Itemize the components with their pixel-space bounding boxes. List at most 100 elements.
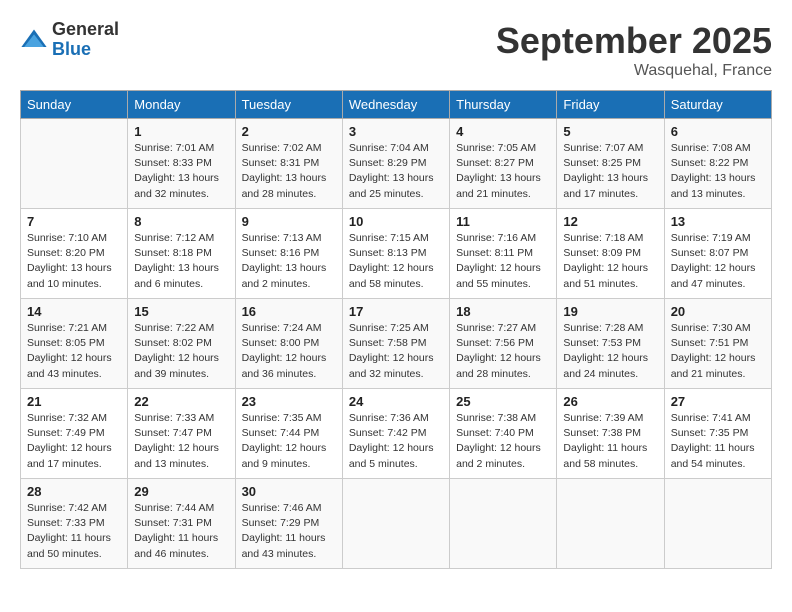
day-cell: 29Sunrise: 7:44 AMSunset: 7:31 PMDayligh… (128, 479, 235, 569)
day-number: 1 (134, 124, 228, 139)
day-info: Sunrise: 7:08 AMSunset: 8:22 PMDaylight:… (671, 141, 765, 202)
day-cell: 12Sunrise: 7:18 AMSunset: 8:09 PMDayligh… (557, 209, 664, 299)
logo-blue: Blue (52, 40, 119, 60)
day-cell: 11 Sunrise: 7:16 AMSunset: 8:11 PMDayligh… (450, 209, 557, 299)
day-info: Sunrise: 7:35 AMSunset: 7:44 PMDaylight:… (242, 411, 336, 472)
day-cell: 19 Sunrise: 7:28 AMSunset: 7:53 PMDayligh… (557, 299, 664, 389)
day-info: Sunrise: 7:07 AMSunset: 8:25 PMDaylight:… (563, 141, 657, 202)
day-info: Sunrise: 7:36 AMSunset: 7:42 PMDaylight:… (349, 411, 443, 472)
week-row-3: 21Sunrise: 7:32 AMSunset: 7:49 PMDayligh… (21, 389, 772, 479)
day-cell: 18 Sunrise: 7:27 AMSunset: 7:56 PMDayligh… (450, 299, 557, 389)
day-cell: 25 Sunrise: 7:38 AMSunset: 7:40 PMDayligh… (450, 389, 557, 479)
week-row-2: 14 Sunrise: 7:21 AMSunset: 8:05 PMDayligh… (21, 299, 772, 389)
day-cell: 14 Sunrise: 7:21 AMSunset: 8:05 PMDayligh… (21, 299, 128, 389)
day-number: 17 (349, 304, 443, 319)
day-number: 28 (27, 484, 121, 499)
day-number: 16 (242, 304, 336, 319)
day-number: 12 (563, 214, 657, 229)
day-cell: 17 Sunrise: 7:25 AMSunset: 7:58 PMDayligh… (342, 299, 449, 389)
day-cell: 20 Sunrise: 7:30 AMSunset: 7:51 PMDayligh… (664, 299, 771, 389)
day-number: 27 (671, 394, 765, 409)
day-info: Sunrise: 7:21 AMSunset: 8:05 PMDaylight:… (27, 321, 121, 382)
week-row-0: 1 Sunrise: 7:01 AMSunset: 8:33 PMDaylight… (21, 119, 772, 209)
day-number: 14 (27, 304, 121, 319)
day-number: 13 (671, 214, 765, 229)
day-info: Sunrise: 7:04 AMSunset: 8:29 PMDaylight:… (349, 141, 443, 202)
day-cell: 28 Sunrise: 7:42 AMSunset: 7:33 PMDayligh… (21, 479, 128, 569)
day-info: Sunrise: 7:05 AMSunset: 8:27 PMDaylight:… (456, 141, 550, 202)
month-title: September 2025 (496, 20, 772, 62)
day-number: 6 (671, 124, 765, 139)
day-info: Sunrise: 7:10 AMSunset: 8:20 PMDaylight:… (27, 231, 121, 292)
day-info: Sunrise: 7:39 AMSunset: 7:38 PMDaylight:… (563, 411, 657, 472)
day-number: 18 (456, 304, 550, 319)
day-number: 25 (456, 394, 550, 409)
day-number: 21 (27, 394, 121, 409)
day-cell: 2 Sunrise: 7:02 AMSunset: 8:31 PMDaylight… (235, 119, 342, 209)
header-row: SundayMondayTuesdayWednesdayThursdayFrid… (21, 91, 772, 119)
day-cell: 15 Sunrise: 7:22 AMSunset: 8:02 PMDayligh… (128, 299, 235, 389)
header-day-saturday: Saturday (664, 91, 771, 119)
day-number: 8 (134, 214, 228, 229)
day-number: 29 (134, 484, 228, 499)
day-info: Sunrise: 7:01 AMSunset: 8:33 PMDaylight:… (134, 141, 228, 202)
day-cell: 10Sunrise: 7:15 AMSunset: 8:13 PMDayligh… (342, 209, 449, 299)
calendar-header: SundayMondayTuesdayWednesdayThursdayFrid… (21, 91, 772, 119)
header-day-wednesday: Wednesday (342, 91, 449, 119)
day-number: 2 (242, 124, 336, 139)
day-cell: 30Sunrise: 7:46 AMSunset: 7:29 PMDayligh… (235, 479, 342, 569)
day-number: 11 (456, 214, 550, 229)
title-block: September 2025 Wasquehal, France (496, 20, 772, 80)
header-day-sunday: Sunday (21, 91, 128, 119)
day-cell: 21Sunrise: 7:32 AMSunset: 7:49 PMDayligh… (21, 389, 128, 479)
day-cell: 1 Sunrise: 7:01 AMSunset: 8:33 PMDaylight… (128, 119, 235, 209)
logo-text: General Blue (52, 20, 119, 60)
day-number: 23 (242, 394, 336, 409)
day-number: 15 (134, 304, 228, 319)
day-cell: 3 Sunrise: 7:04 AMSunset: 8:29 PMDaylight… (342, 119, 449, 209)
page-header: General Blue September 2025 Wasquehal, F… (20, 20, 772, 80)
day-info: Sunrise: 7:27 AMSunset: 7:56 PMDaylight:… (456, 321, 550, 382)
day-number: 19 (563, 304, 657, 319)
day-info: Sunrise: 7:42 AMSunset: 7:33 PMDaylight:… (27, 501, 121, 562)
day-number: 5 (563, 124, 657, 139)
day-number: 3 (349, 124, 443, 139)
day-cell: 16 Sunrise: 7:24 AMSunset: 8:00 PMDayligh… (235, 299, 342, 389)
day-cell: 27 Sunrise: 7:41 AMSunset: 7:35 PMDayligh… (664, 389, 771, 479)
day-number: 24 (349, 394, 443, 409)
day-cell: 26Sunrise: 7:39 AMSunset: 7:38 PMDayligh… (557, 389, 664, 479)
day-info: Sunrise: 7:22 AMSunset: 8:02 PMDaylight:… (134, 321, 228, 382)
day-info: Sunrise: 7:28 AMSunset: 7:53 PMDaylight:… (563, 321, 657, 382)
header-day-thursday: Thursday (450, 91, 557, 119)
header-day-tuesday: Tuesday (235, 91, 342, 119)
day-info: Sunrise: 7:46 AMSunset: 7:29 PMDaylight:… (242, 501, 336, 562)
day-info: Sunrise: 7:16 AMSunset: 8:11 PMDaylight:… (456, 231, 550, 292)
day-number: 4 (456, 124, 550, 139)
day-cell: 7Sunrise: 7:10 AMSunset: 8:20 PMDaylight… (21, 209, 128, 299)
logo-icon (20, 26, 48, 54)
day-number: 22 (134, 394, 228, 409)
day-cell: 9 Sunrise: 7:13 AMSunset: 8:16 PMDaylight… (235, 209, 342, 299)
day-cell (450, 479, 557, 569)
day-info: Sunrise: 7:30 AMSunset: 7:51 PMDaylight:… (671, 321, 765, 382)
day-info: Sunrise: 7:33 AMSunset: 7:47 PMDaylight:… (134, 411, 228, 472)
day-cell: 23 Sunrise: 7:35 AMSunset: 7:44 PMDayligh… (235, 389, 342, 479)
day-cell: 22 Sunrise: 7:33 AMSunset: 7:47 PMDayligh… (128, 389, 235, 479)
day-info: Sunrise: 7:12 AMSunset: 8:18 PMDaylight:… (134, 231, 228, 292)
day-info: Sunrise: 7:38 AMSunset: 7:40 PMDaylight:… (456, 411, 550, 472)
header-day-friday: Friday (557, 91, 664, 119)
day-cell: 24 Sunrise: 7:36 AMSunset: 7:42 PMDayligh… (342, 389, 449, 479)
day-number: 20 (671, 304, 765, 319)
day-info: Sunrise: 7:13 AMSunset: 8:16 PMDaylight:… (242, 231, 336, 292)
day-info: Sunrise: 7:02 AMSunset: 8:31 PMDaylight:… (242, 141, 336, 202)
week-row-4: 28 Sunrise: 7:42 AMSunset: 7:33 PMDayligh… (21, 479, 772, 569)
day-info: Sunrise: 7:25 AMSunset: 7:58 PMDaylight:… (349, 321, 443, 382)
calendar-body: 1 Sunrise: 7:01 AMSunset: 8:33 PMDaylight… (21, 119, 772, 569)
day-cell: 5 Sunrise: 7:07 AMSunset: 8:25 PMDaylight… (557, 119, 664, 209)
day-number: 9 (242, 214, 336, 229)
day-info: Sunrise: 7:24 AMSunset: 8:00 PMDaylight:… (242, 321, 336, 382)
day-info: Sunrise: 7:41 AMSunset: 7:35 PMDaylight:… (671, 411, 765, 472)
logo-general: General (52, 20, 119, 40)
day-cell: 6 Sunrise: 7:08 AMSunset: 8:22 PMDaylight… (664, 119, 771, 209)
subtitle: Wasquehal, France (496, 62, 772, 80)
